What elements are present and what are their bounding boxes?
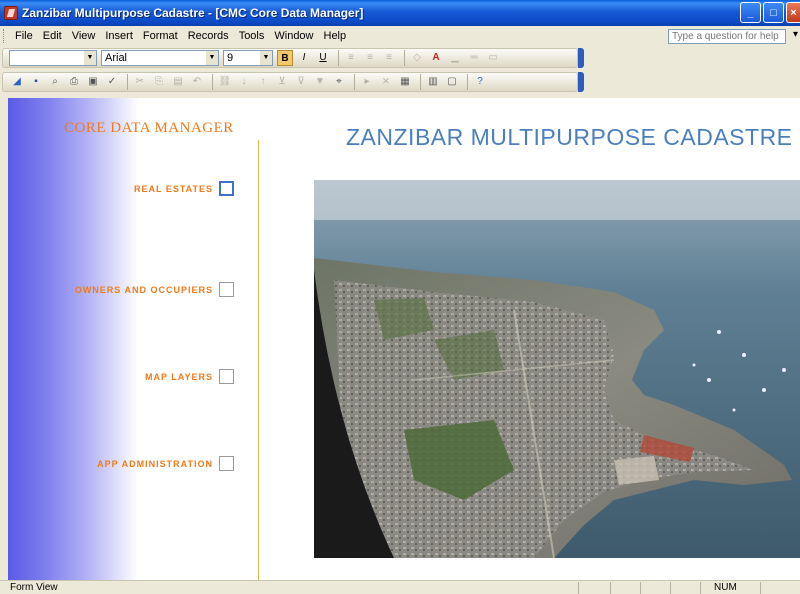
core-data-manager-form: CORE DATA MANAGER ZANZIBAR MULTIPURPOSE … [8, 98, 800, 580]
num-lock-indicator: NUM [714, 582, 737, 593]
title-bar: Zanzibar Multipurpose Cadastre - [CMC Co… [0, 0, 800, 26]
new-record-icon[interactable]: ▸ [359, 74, 375, 90]
access-app-icon[interactable] [4, 6, 18, 20]
formatting-toolbar: ▼ Arial ▼ 9 ▼ B I U ≡ ≡ ≡ ◇ A ▁ ═ ▭ [0, 46, 800, 70]
bold-icon[interactable]: B [277, 50, 293, 66]
print-icon[interactable]: ⎙ [66, 74, 82, 90]
filter-form-icon[interactable]: ⊽ [293, 74, 309, 90]
sort-ascending-icon[interactable]: ↓ [236, 74, 252, 90]
aerial-photo [314, 180, 800, 558]
sidebar-title: CORE DATA MANAGER [64, 120, 234, 136]
minimize-button[interactable]: _ [740, 2, 761, 23]
italic-icon[interactable]: I [296, 50, 312, 66]
properties-icon[interactable]: ▦ [397, 74, 413, 90]
special-effect-icon[interactable]: ▭ [485, 50, 501, 66]
nav-label: OWNERS AND OCCUPIERS [74, 284, 213, 295]
nav-label: MAP LAYERS [144, 371, 213, 382]
align-right-icon[interactable]: ≡ [381, 50, 397, 66]
nav-real-estates[interactable]: REAL ESTATES [134, 181, 234, 196]
view-icon[interactable]: ◢ [9, 74, 25, 90]
chevron-down-icon: ▼ [84, 51, 96, 65]
menu-insert[interactable]: Insert [100, 30, 138, 42]
align-center-icon[interactable]: ≡ [362, 50, 378, 66]
nav-app-administration[interactable]: APP ADMINISTRATION [97, 456, 234, 471]
undo-icon[interactable]: ↶ [189, 74, 205, 90]
menu-window[interactable]: Window [269, 30, 318, 42]
delete-record-icon[interactable]: ⨯ [378, 74, 394, 90]
nav-label: APP ADMINISTRATION [97, 458, 213, 469]
nav-label: REAL ESTATES [133, 183, 213, 194]
filter-selection-icon[interactable]: ⊻ [274, 74, 290, 90]
print-preview-icon[interactable]: ▣ [85, 74, 101, 90]
menu-bar: File Edit View Insert Format Records Too… [0, 26, 800, 46]
chevron-down-icon: ▼ [260, 51, 272, 65]
find-icon[interactable]: ⌖ [331, 74, 347, 90]
menu-file[interactable]: File [10, 30, 38, 42]
font-name-combo[interactable]: Arial ▼ [101, 50, 219, 66]
help-placeholder: Type a question for help [672, 31, 779, 42]
menu-tools[interactable]: Tools [234, 30, 270, 42]
copy-icon[interactable]: ⎘ [151, 74, 167, 90]
help-search-input[interactable]: Type a question for help [668, 29, 786, 44]
menu-view[interactable]: View [67, 30, 101, 42]
form-view-toolbar: ◢ ▪ ⌕ ⎙ ▣ ✓ ✂ ⎘ ▤ ↶ ⛓ ↓ ↑ ⊻ ⊽ ▼ ⌖ ▸ ⨯ ▦ … [0, 70, 800, 94]
app-administration-button[interactable] [219, 456, 234, 471]
align-left-icon[interactable]: ≡ [343, 50, 359, 66]
line-color-icon[interactable]: ▁ [447, 50, 463, 66]
apply-filter-icon[interactable]: ▼ [312, 74, 328, 90]
real-estates-button[interactable] [219, 181, 234, 196]
chevron-down-icon: ▼ [206, 51, 218, 65]
font-color-icon[interactable]: A [428, 50, 444, 66]
sidebar-gradient [8, 98, 138, 580]
status-mode: Form View [10, 582, 58, 593]
font-size-value: 9 [227, 52, 234, 64]
underline-icon[interactable]: U [315, 50, 331, 66]
object-combo[interactable]: ▼ [9, 50, 97, 66]
close-button[interactable]: × [786, 2, 800, 23]
search-icon[interactable]: ⌕ [47, 74, 63, 90]
save-icon[interactable]: ▪ [28, 74, 44, 90]
paste-icon[interactable]: ▤ [170, 74, 186, 90]
help-icon[interactable]: ? [472, 74, 488, 90]
cut-icon[interactable]: ✂ [132, 74, 148, 90]
hyperlink-icon[interactable]: ⛓ [217, 74, 233, 90]
menu-grip[interactable] [3, 29, 6, 43]
menu-help[interactable]: Help [319, 30, 352, 42]
fill-color-icon[interactable]: ◇ [409, 50, 425, 66]
database-window-icon[interactable]: ▥ [425, 74, 441, 90]
owners-occupiers-button[interactable] [219, 282, 234, 297]
font-name-value: Arial [105, 52, 128, 64]
font-size-combo[interactable]: 9 ▼ [223, 50, 273, 66]
nav-map-layers[interactable]: MAP LAYERS [145, 369, 234, 384]
menu-edit[interactable]: Edit [38, 30, 67, 42]
status-bar: Form View NUM [0, 580, 800, 594]
spelling-icon[interactable]: ✓ [104, 74, 120, 90]
new-object-icon[interactable]: ▢ [444, 74, 460, 90]
maximize-button[interactable]: □ [763, 2, 784, 23]
window-title: Zanzibar Multipurpose Cadastre - [CMC Co… [22, 6, 364, 20]
help-dropdown-icon[interactable]: ▾ [793, 29, 798, 40]
nav-owners-occupiers[interactable]: OWNERS AND OCCUPIERS [75, 282, 234, 297]
map-layers-button[interactable] [219, 369, 234, 384]
line-width-icon[interactable]: ═ [466, 50, 482, 66]
sort-descending-icon[interactable]: ↑ [255, 74, 271, 90]
menu-records[interactable]: Records [183, 30, 234, 42]
access-window: Zanzibar Multipurpose Cadastre - [CMC Co… [0, 0, 800, 594]
divider [258, 140, 259, 580]
page-title: ZANZIBAR MULTIPURPOSE CADASTRE [346, 124, 793, 150]
menu-format[interactable]: Format [138, 30, 183, 42]
